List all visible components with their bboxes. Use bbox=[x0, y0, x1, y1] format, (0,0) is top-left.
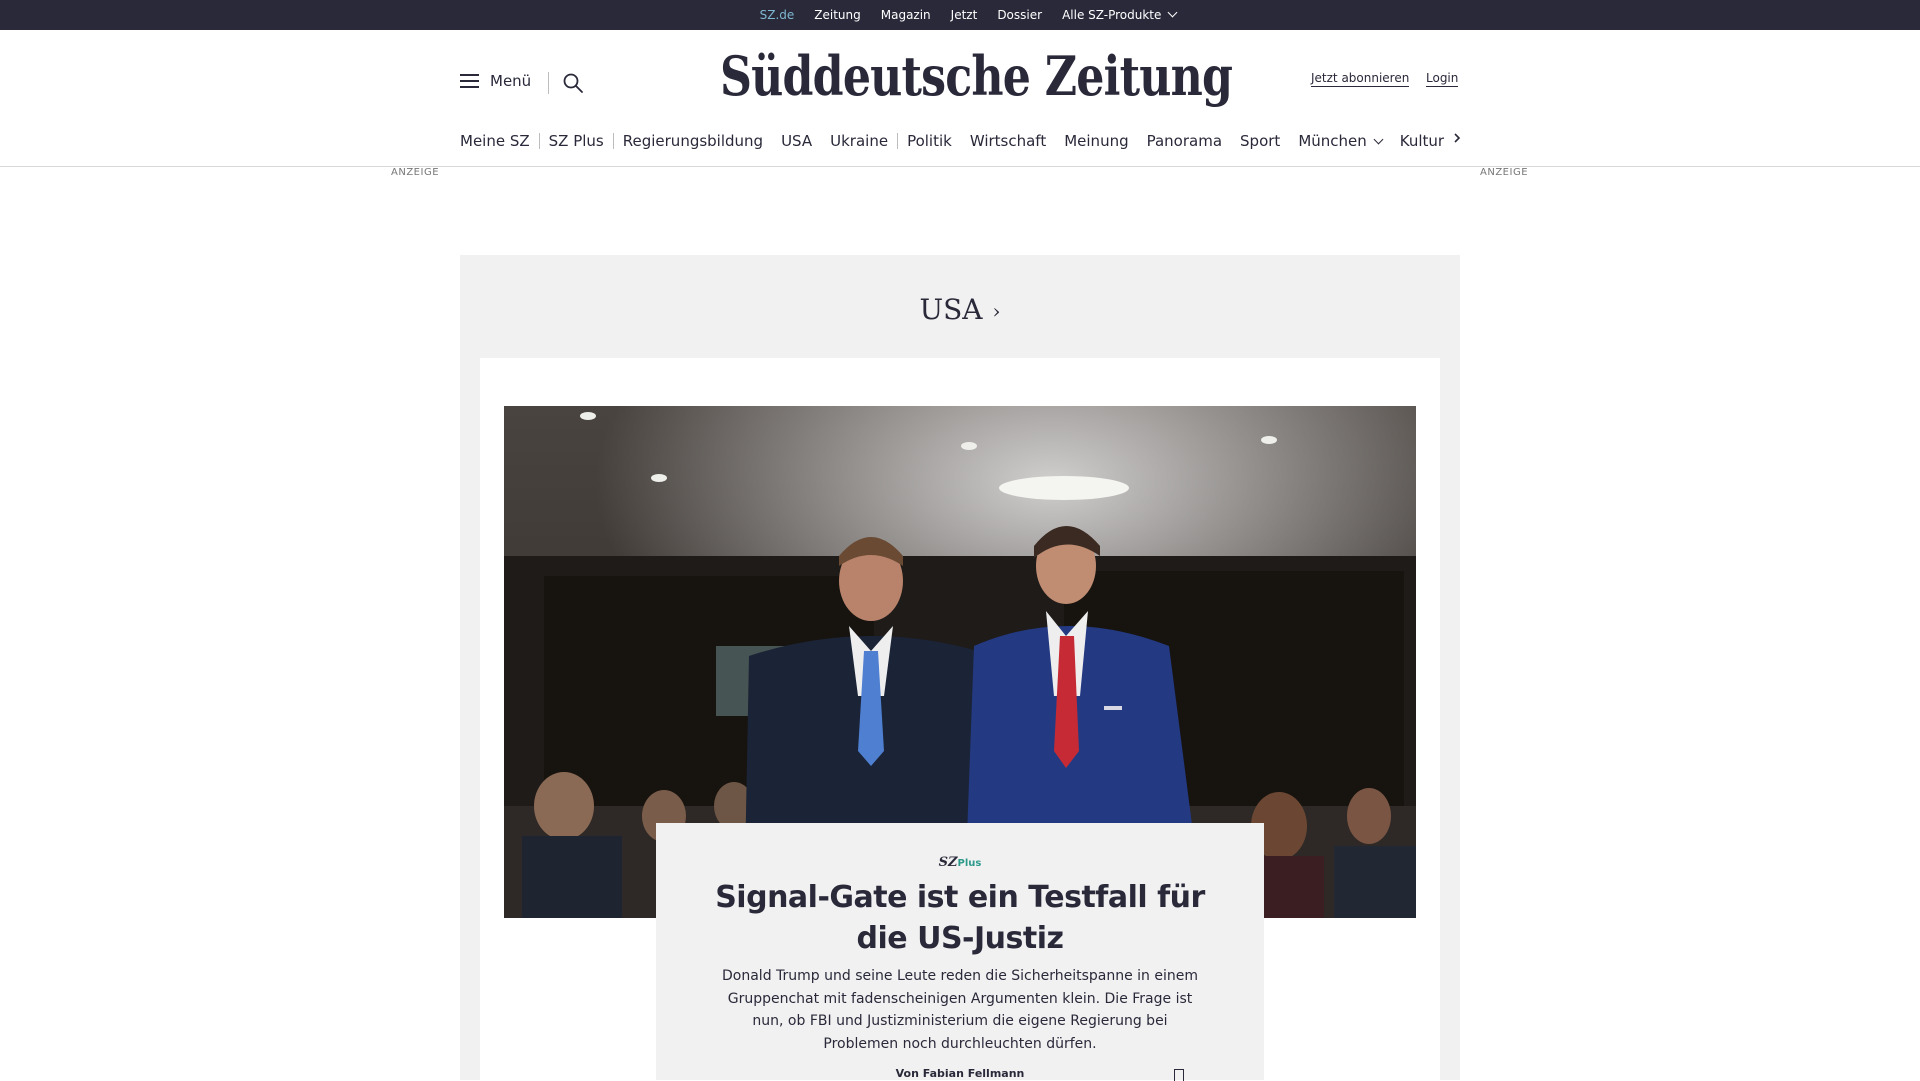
section-title-link[interactable]: USA › bbox=[460, 293, 1460, 326]
article-author: Von Fabian Fellmann bbox=[895, 1067, 1025, 1080]
nav-item-sport[interactable]: Sport bbox=[1231, 132, 1289, 150]
topbar-link-magazin[interactable]: Magazin bbox=[881, 8, 931, 22]
nav-item-kultur[interactable]: Kultur bbox=[1391, 132, 1453, 150]
section-title: USA bbox=[919, 293, 983, 326]
topbar-link-zeitung[interactable]: Zeitung bbox=[814, 8, 860, 22]
nav-item-meinung[interactable]: Meinung bbox=[1055, 132, 1137, 150]
usa-section: USA › SZPlus Signal-Gate ist ein Testfal… bbox=[460, 255, 1460, 1081]
topbar-link-szde[interactable]: SZ.de bbox=[760, 8, 794, 31]
nav-item-usa[interactable]: USA bbox=[772, 132, 821, 150]
nav-item-meine-sz[interactable]: Meine SZ bbox=[460, 132, 539, 150]
site-logo[interactable]: Süddeutsche Zeitung bbox=[720, 44, 1233, 108]
topbar-link-all-products[interactable]: Alle SZ-Produkte bbox=[1062, 7, 1178, 22]
ad-label-right: ANZEIGE bbox=[1480, 167, 1529, 178]
sz-plus-badge-sz: SZ bbox=[938, 855, 958, 870]
topbar-link-jetzt[interactable]: Jetzt bbox=[951, 8, 978, 22]
hamburger-icon bbox=[460, 74, 480, 88]
article-lead: Donald Trump und seine Leute reden die S… bbox=[722, 968, 1198, 1052]
chevron-right-icon[interactable] bbox=[1452, 133, 1462, 143]
nav-item-muenchen-label: München bbox=[1298, 132, 1367, 150]
site-header: Menü Süddeutsche Zeitung Jetzt abonniere… bbox=[0, 30, 1920, 167]
nav-item-politik[interactable]: Politik bbox=[898, 132, 961, 150]
menu-button[interactable]: Menü bbox=[460, 72, 531, 90]
topbar-link-dossier[interactable]: Dossier bbox=[997, 8, 1042, 22]
top-bar: SZ.de Zeitung Magazin Jetzt Dossier Alle… bbox=[0, 0, 1920, 31]
subscribe-link[interactable]: Jetzt abonnieren bbox=[1311, 71, 1410, 87]
chevron-right-icon: › bbox=[992, 299, 1001, 323]
nav-item-wirtschaft[interactable]: Wirtschaft bbox=[961, 132, 1055, 150]
sz-plus-badge: SZPlus bbox=[656, 855, 1264, 870]
topbar-link-all-products-label: Alle SZ-Produkte bbox=[1062, 8, 1162, 22]
lead-article-card[interactable]: SZPlus Signal-Gate ist ein Testfall für … bbox=[480, 358, 1440, 1081]
nav-item-panorama[interactable]: Panorama bbox=[1138, 132, 1231, 150]
top-bar-links: SZ.de Zeitung Magazin Jetzt Dossier Alle… bbox=[0, 0, 1920, 31]
nav-item-sz-plus[interactable]: SZ Plus bbox=[540, 132, 613, 150]
nav-item-ukraine[interactable]: Ukraine bbox=[821, 132, 897, 150]
article-teaser[interactable]: SZPlus Signal-Gate ist ein Testfall für … bbox=[656, 823, 1264, 1081]
sz-plus-badge-plus: Plus bbox=[957, 858, 982, 869]
search-icon[interactable] bbox=[562, 72, 584, 94]
chevron-down-icon bbox=[1373, 134, 1384, 145]
menu-label: Menü bbox=[490, 72, 532, 90]
chevron-down-icon bbox=[1167, 7, 1178, 18]
header-divider bbox=[548, 72, 549, 94]
ad-label-left: ANZEIGE bbox=[391, 167, 440, 178]
article-headline[interactable]: Signal-Gate ist ein Testfall für die US-… bbox=[696, 877, 1224, 959]
bookmark-icon[interactable] bbox=[1174, 1069, 1184, 1081]
main-navigation: Meine SZ SZ Plus Regierungsbildung USA U… bbox=[460, 130, 1453, 152]
nav-item-regierungsbildung[interactable]: Regierungsbildung bbox=[614, 132, 772, 150]
nav-item-muenchen[interactable]: München bbox=[1289, 132, 1390, 150]
login-link[interactable]: Login bbox=[1426, 71, 1459, 87]
